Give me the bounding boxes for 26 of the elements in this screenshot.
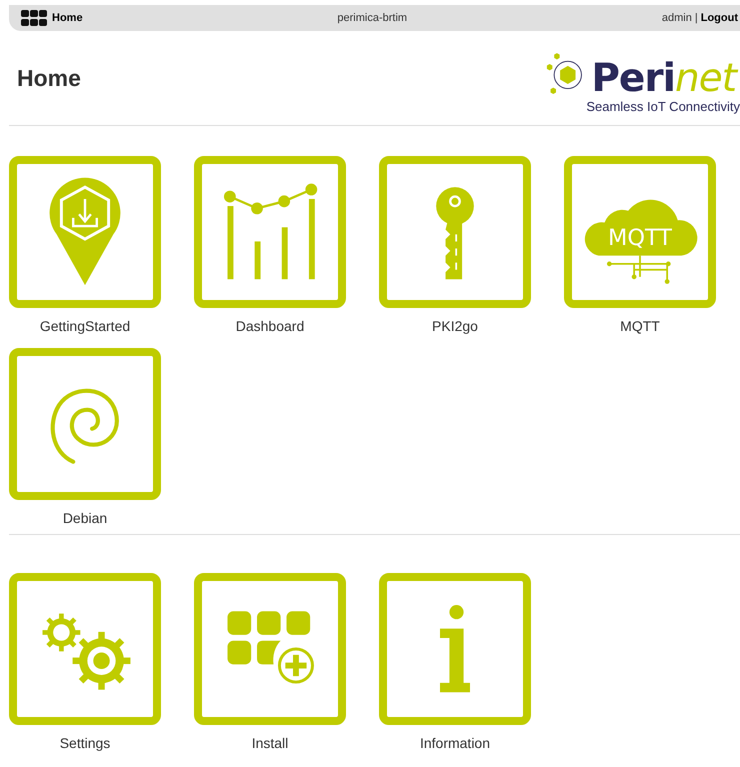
- app-label[interactable]: Install: [252, 735, 288, 751]
- app-tile[interactable]: [9, 573, 161, 725]
- app-tile[interactable]: [379, 573, 531, 725]
- info-icon: [440, 605, 470, 693]
- app-tile[interactable]: [9, 348, 161, 500]
- app-tile[interactable]: [379, 156, 531, 308]
- app-label[interactable]: MQTT: [620, 318, 660, 334]
- app-tile[interactable]: [194, 573, 346, 725]
- logout-link[interactable]: Logout: [700, 12, 738, 24]
- app-label[interactable]: Dashboard: [236, 318, 304, 334]
- page-title: Home: [17, 64, 81, 92]
- app-label[interactable]: Debian: [62, 510, 108, 526]
- logo-tagline: Seamless IoT Connectivity: [586, 99, 740, 115]
- app-label[interactable]: PKI2go: [432, 318, 478, 334]
- separator: |: [694, 12, 698, 24]
- hostname: perimica-brtim: [337, 12, 408, 24]
- app-label[interactable]: GettingStarted: [40, 318, 130, 334]
- app-label[interactable]: Information: [420, 735, 490, 751]
- menu-grid-icon[interactable]: [21, 10, 47, 26]
- logo-wordmark-start: Peri: [591, 56, 675, 101]
- user-name: admin: [662, 12, 692, 24]
- app-tile[interactable]: [9, 156, 161, 308]
- app-label[interactable]: Settings: [60, 735, 110, 751]
- logo-wordmark-end: net: [674, 56, 736, 101]
- home-link[interactable]: Home: [52, 12, 83, 24]
- app-tile[interactable]: [194, 156, 346, 308]
